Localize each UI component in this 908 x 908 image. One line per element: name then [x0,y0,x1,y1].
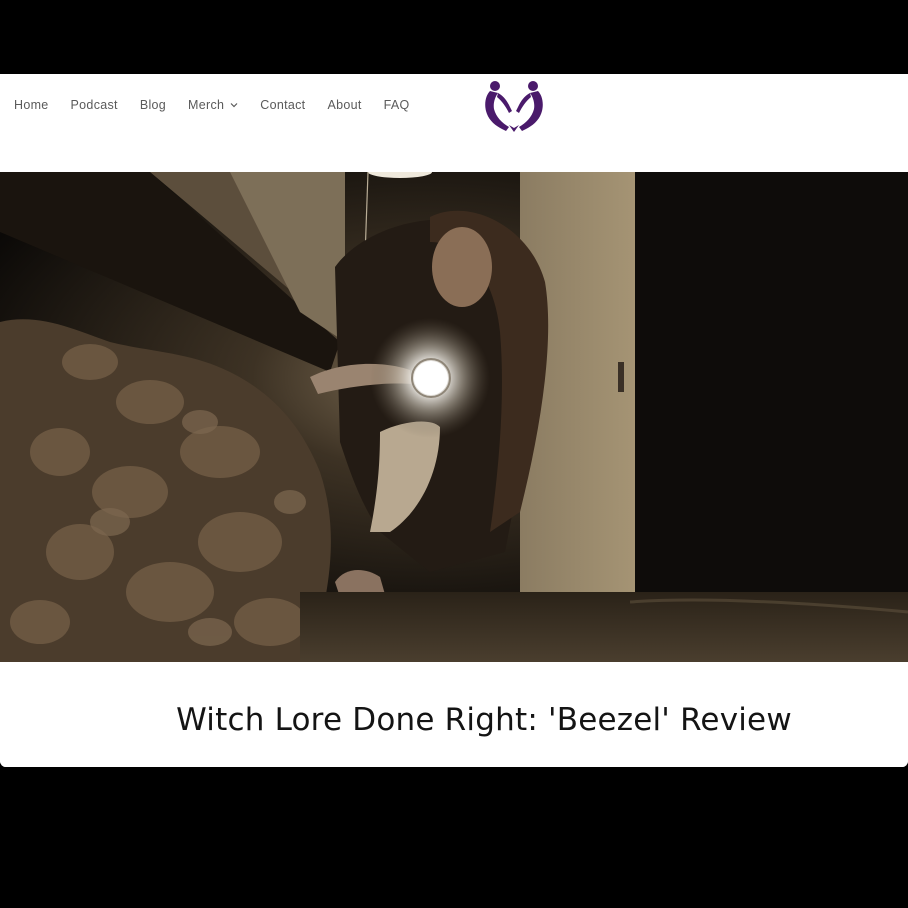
nav-item-contact[interactable]: Contact [260,96,305,114]
post-title[interactable]: Witch Lore Done Right: 'Beezel' Review [0,702,908,738]
nav-item-home[interactable]: Home [14,96,49,114]
nav-item-merch-label: Merch [188,98,225,112]
nav-item-about[interactable]: About [327,96,361,114]
nav-item-faq[interactable]: FAQ [384,96,410,114]
page-container: Home Podcast Blog Merch Contact About FA… [0,74,908,767]
post-title-area: Witch Lore Done Right: 'Beezel' Review [0,662,908,767]
hero-photo [0,172,908,662]
site-logo[interactable] [482,79,546,133]
site-header: Home Podcast Blog Merch Contact About FA… [0,74,908,172]
main-nav: Home Podcast Blog Merch Contact About FA… [14,96,432,114]
nav-item-merch[interactable]: Merch [188,96,238,114]
nav-item-podcast[interactable]: Podcast [71,96,118,114]
nav-item-blog[interactable]: Blog [140,96,166,114]
chevron-down-icon [230,103,238,108]
twin-figures-heart-logo-icon [485,81,543,132]
hero-image [0,172,908,662]
